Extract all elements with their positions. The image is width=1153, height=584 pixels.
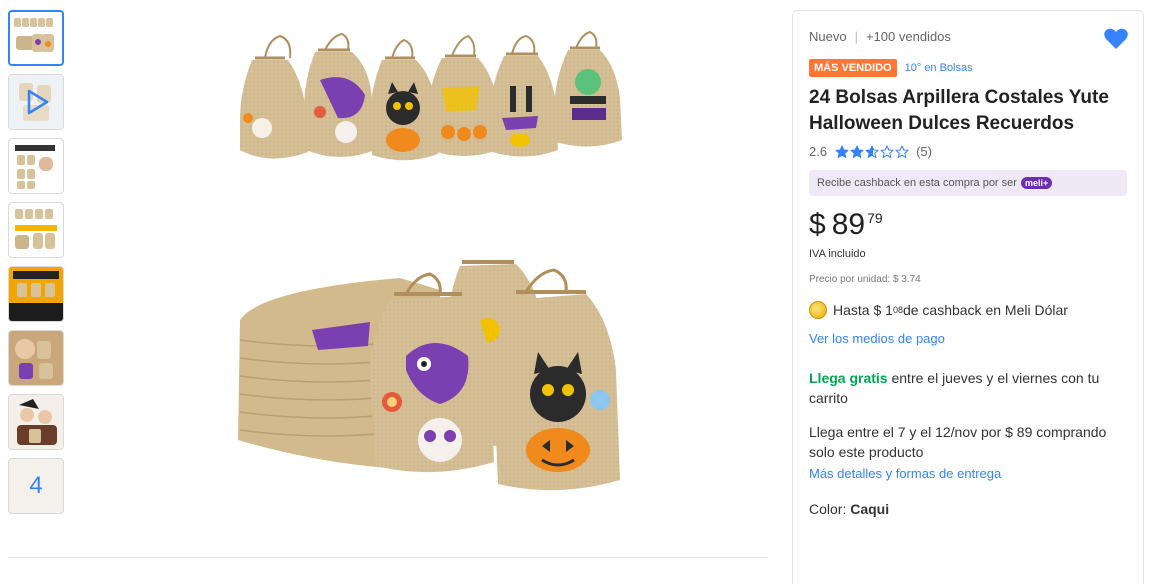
thumbnail-image-3[interactable] xyxy=(8,138,64,194)
buy-box: Nuevo | +100 vendidos MÁS VENDIDO 10° en… xyxy=(792,10,1144,584)
meta-separator: | xyxy=(854,29,858,44)
cashback-banner-text: Recibe cashback en esta compra por ser xyxy=(817,177,1017,189)
cashback-prefix: Hasta $ 1 xyxy=(833,302,893,318)
category-rank-link[interactable]: 10° en Bolsas xyxy=(905,62,973,74)
star-icon xyxy=(850,145,864,158)
review-count: (5) xyxy=(916,144,932,159)
free-shipping-info: Llega gratis entre el jueves y el vierne… xyxy=(809,368,1127,408)
more-count: 4 xyxy=(29,472,43,499)
rating-value: 2.6 xyxy=(809,144,828,159)
color-selector-label: Color: Caqui xyxy=(809,501,1127,517)
bag-row-top xyxy=(240,30,622,161)
star-icon xyxy=(835,145,849,158)
payment-methods-link[interactable]: Ver los medios de pago xyxy=(809,331,1127,346)
badges-row: MÁS VENDIDO 10° en Bolsas xyxy=(809,59,1127,77)
thumbnail-more[interactable]: 4 xyxy=(8,458,64,514)
sold-count: +100 vendidos xyxy=(865,29,951,44)
price-cents: 79 xyxy=(867,210,883,226)
tax-included-label: IVA incluido xyxy=(809,248,866,260)
condition-row: Nuevo | +100 vendidos xyxy=(809,29,1127,44)
thumbnail-image-4[interactable] xyxy=(8,202,64,258)
cashback-suffix: de cashback en Meli Dólar xyxy=(902,302,1068,318)
rating-row[interactable]: 2.6 (5) xyxy=(809,144,1127,159)
main-product-image[interactable] xyxy=(80,0,770,555)
star-icon xyxy=(880,145,894,158)
price-amount: 89 xyxy=(831,208,866,241)
free-shipping-label: Llega gratis xyxy=(809,370,888,386)
thumbnail-image-5[interactable] xyxy=(8,266,64,322)
star-icon xyxy=(895,145,909,158)
alt-shipping-info: Llega entre el 7 y el 12/nov por $ 89 co… xyxy=(809,424,1107,460)
color-label: Color: xyxy=(809,501,851,517)
thumbnail-image-7[interactable] xyxy=(8,394,64,450)
shipping-details-link[interactable]: Más detalles y formas de entrega xyxy=(809,466,1127,481)
meli-plus-cashback-banner[interactable]: Recibe cashback en esta compra por ser m… xyxy=(809,170,1127,196)
meli-plus-badge: meli+ xyxy=(1020,177,1053,189)
thumbnail-image-1[interactable] xyxy=(8,10,64,66)
bag-stack-bottom xyxy=(238,260,620,491)
gallery-divider xyxy=(8,557,768,558)
cashback-cents: 08 xyxy=(892,305,903,315)
price-currency: $ xyxy=(809,208,826,241)
favorite-heart-icon[interactable] xyxy=(1103,27,1129,51)
play-icon xyxy=(27,89,49,115)
price: $ 89 79 xyxy=(809,208,1127,242)
star-icon xyxy=(865,145,879,158)
best-seller-badge: MÁS VENDIDO xyxy=(809,59,897,77)
thumbnail-list: 4 xyxy=(8,10,64,522)
condition-label: Nuevo xyxy=(809,29,847,44)
meli-dolar-cashback: Hasta $ 1 08 de cashback en Meli Dólar xyxy=(809,301,1127,319)
thumbnail-video[interactable] xyxy=(8,74,64,130)
rating-stars xyxy=(835,145,910,159)
product-title: 24 Bolsas Arpillera Costales Yute Hallow… xyxy=(809,87,1109,134)
coin-icon xyxy=(809,301,827,319)
unit-price: Precio por unidad: $ 3.74 xyxy=(809,274,921,285)
thumbnail-image-6[interactable] xyxy=(8,330,64,386)
color-value: Caqui xyxy=(850,501,890,517)
